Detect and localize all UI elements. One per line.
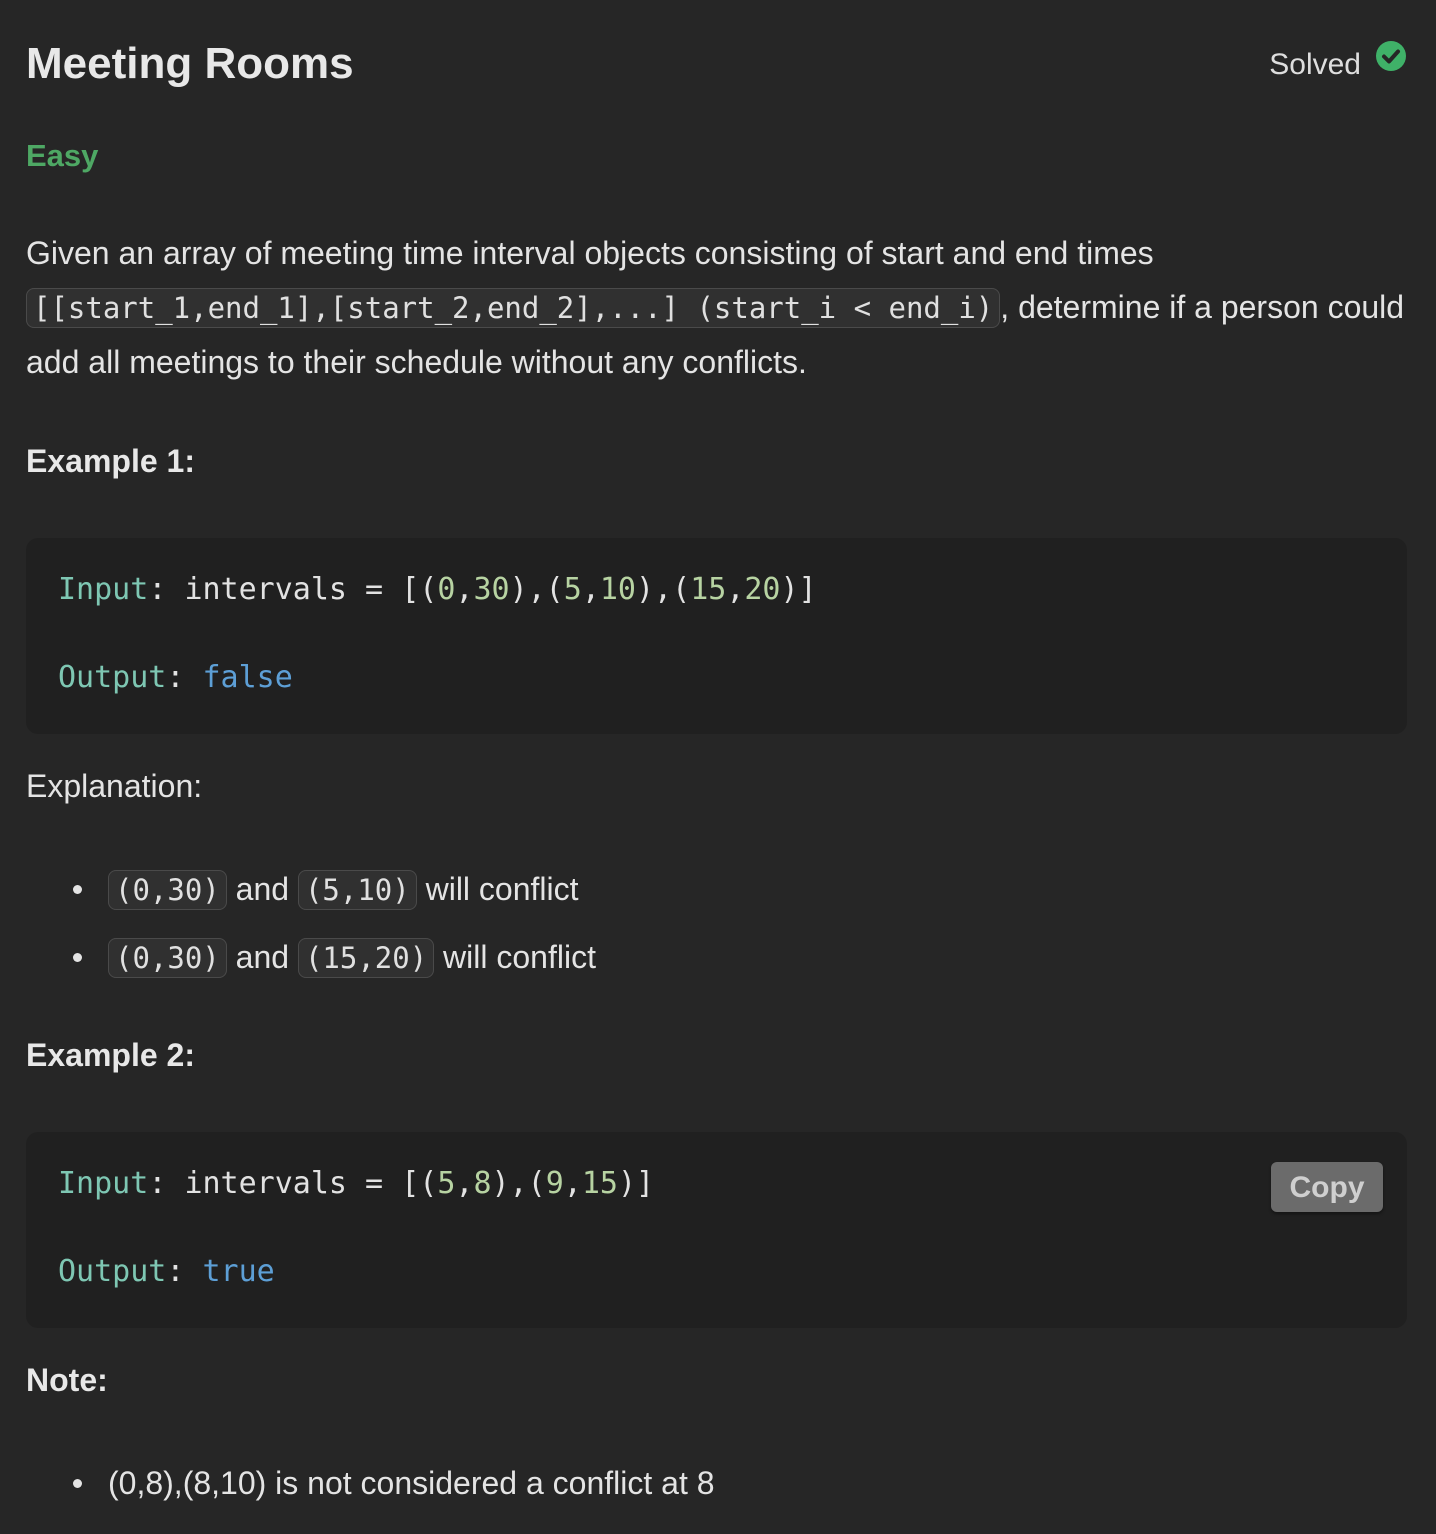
problem-description: Given an array of meeting time interval … bbox=[26, 226, 1407, 389]
output-keyword: Output bbox=[58, 660, 167, 695]
input-keyword: Input bbox=[58, 1166, 149, 1201]
copy-button[interactable]: Copy bbox=[1271, 1162, 1383, 1212]
problem-header: Meeting Rooms Solved bbox=[26, 0, 1407, 130]
solved-label: Solved bbox=[1269, 48, 1361, 81]
interval-code: (0,30) bbox=[108, 870, 227, 910]
note-heading: Note: bbox=[26, 1362, 108, 1398]
explanation-label: Explanation: bbox=[26, 768, 203, 804]
description-text: Given an array of meeting time interval … bbox=[26, 235, 1154, 271]
list-item: (0,30) and (15,20) will conflict bbox=[26, 934, 1407, 981]
output-keyword: Output bbox=[58, 1254, 167, 1289]
input-value: [(0,30),(5,10),(15,20)] bbox=[401, 572, 817, 607]
input-value: [(5,8),(9,15)] bbox=[401, 1166, 655, 1201]
list-item: (0,30) and (5,10) will conflict bbox=[26, 866, 1407, 913]
output-value: false bbox=[202, 660, 293, 695]
example-1-heading: Example 1: bbox=[26, 443, 195, 479]
check-circle-icon bbox=[1376, 41, 1406, 71]
interval-code: (5,10) bbox=[297, 870, 417, 910]
problem-title: Meeting Rooms bbox=[26, 39, 354, 88]
problem-page: Meeting Rooms Solved Easy Given an array… bbox=[26, 0, 1407, 1501]
example-2-heading: Example 2: bbox=[26, 1037, 195, 1073]
explanation-list: (0,30) and (5,10) will conflict (0,30) a… bbox=[26, 866, 1407, 1002]
example-2-code-block: Input: intervals = [(5,8),(9,15)] Output… bbox=[26, 1132, 1407, 1328]
output-value: true bbox=[202, 1254, 275, 1289]
input-text: intervals = bbox=[184, 1166, 402, 1201]
example-2-input-line: Input: intervals = [(5,8),(9,15)] bbox=[58, 1166, 655, 1201]
example-1-code-block: Input: intervals = [(0,30),(5,10),(15,20… bbox=[26, 538, 1407, 734]
input-text: intervals = bbox=[184, 572, 402, 607]
interval-code: (15,20) bbox=[297, 938, 435, 978]
input-keyword: Input bbox=[58, 572, 149, 607]
solved-status: Solved bbox=[1269, 41, 1407, 82]
example-2-output-line: Output: true bbox=[58, 1254, 275, 1289]
note-list: (0,8),(8,10) is not considered a conflic… bbox=[26, 1460, 1407, 1527]
example-1-input-line: Input: intervals = [(0,30),(5,10),(15,20… bbox=[58, 572, 817, 607]
difficulty-badge: Easy bbox=[26, 138, 99, 173]
interval-code: (0,30) bbox=[108, 938, 227, 978]
example-1-output-line: Output: false bbox=[58, 660, 293, 695]
list-item: (0,8),(8,10) is not considered a conflic… bbox=[26, 1460, 1407, 1506]
description-code: [[start_1,end_1],[start_2,end_2],...] (s… bbox=[26, 288, 1001, 328]
